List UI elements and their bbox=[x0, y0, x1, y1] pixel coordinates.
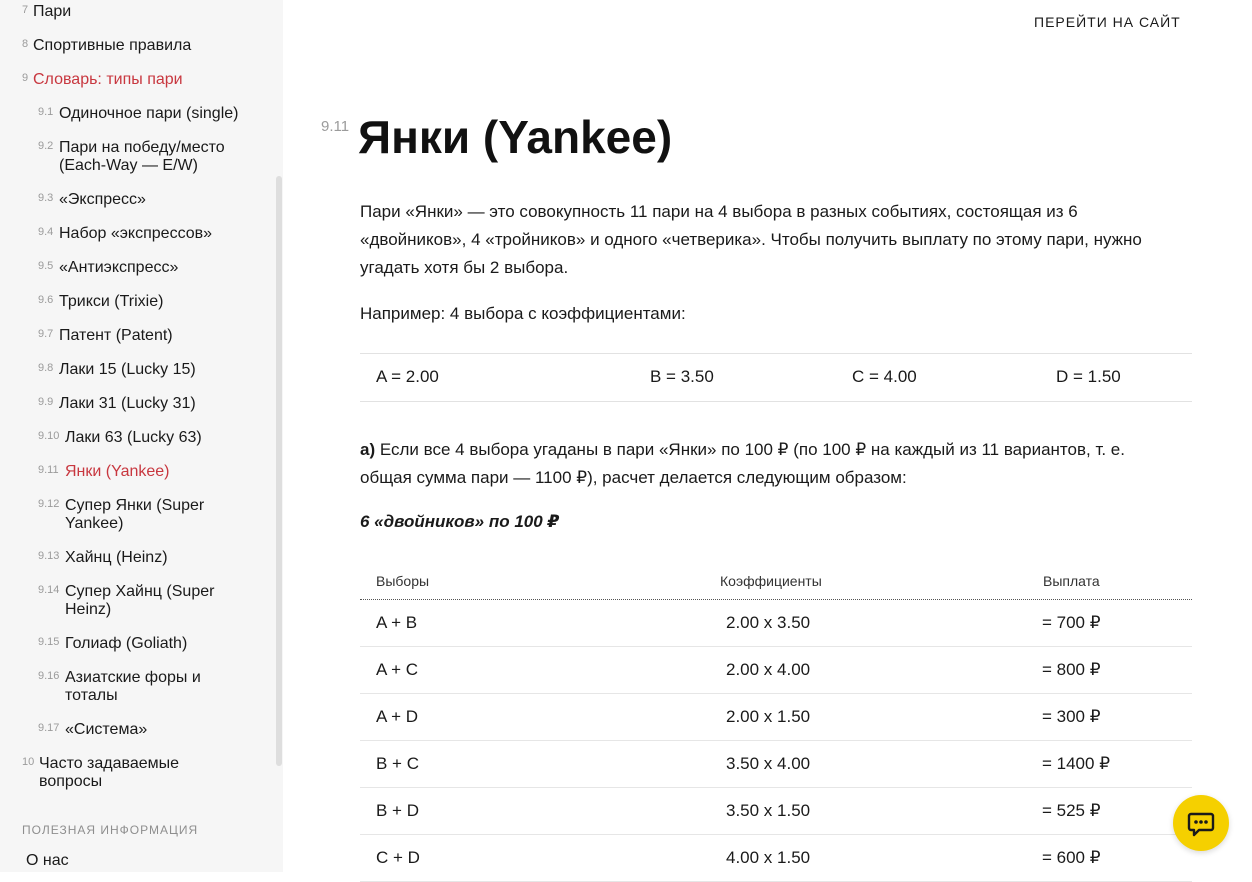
column-header: Выборы bbox=[376, 573, 430, 589]
column-header: Коэффициенты bbox=[720, 573, 822, 589]
table-body: A + B 2.00 x 3.50 = 700 ₽ A + C 2.00 x 4.00 =… bbox=[360, 600, 1192, 882]
odds-list: A = 2.00 B = 3.50 C = 4.00 D = 1.50 bbox=[360, 353, 1192, 402]
selection-cell: A + C bbox=[376, 660, 419, 679]
page-title: Янки (Yankee) bbox=[358, 111, 673, 163]
sidebar-subitem-number: 9.3 bbox=[38, 192, 54, 204]
payout-cell: = 1400 ₽ bbox=[1042, 754, 1111, 773]
sidebar-subitem-number: 9.9 bbox=[38, 396, 54, 408]
sidebar-subitem-number: 9.14 bbox=[38, 584, 60, 596]
intro-paragraph: Пари «Янки» — это совокупность 11 пари н… bbox=[360, 202, 1142, 277]
sidebar-subitem-number: 9.1 bbox=[38, 106, 54, 118]
payout-cell: = 600 ₽ bbox=[1042, 848, 1101, 867]
sidebar-subitem-number: 9.6 bbox=[38, 294, 54, 306]
sidebar-subitem-number: 9.11 bbox=[38, 464, 59, 476]
sidebar: 7 Пари 8 Спортивные правила 9 Словарь: т… bbox=[0, 0, 283, 872]
payout-cell: = 700 ₽ bbox=[1042, 613, 1101, 632]
sidebar-subitem-label: Янки (Yankee) bbox=[65, 463, 170, 480]
sidebar-item-number: 9 bbox=[22, 72, 29, 84]
sidebar-subitem-label: Лаки 15 (Lucky 15) bbox=[59, 361, 196, 378]
sidebar-subitem-number: 9.13 bbox=[38, 550, 60, 562]
selection-cell: C + D bbox=[376, 848, 420, 867]
table-row: B + C 3.50 x 4.00 = 1400 ₽ bbox=[360, 741, 1192, 788]
selection-cell: A + B bbox=[376, 613, 418, 632]
payout-table: Выборы Коэффициенты Выплата A + B 2.00 x … bbox=[360, 563, 1192, 882]
sidebar-item-label: Пари bbox=[33, 3, 72, 20]
payout-cell: = 525 ₽ bbox=[1042, 801, 1101, 820]
sidebar-subitem-number: 9.8 bbox=[38, 362, 54, 374]
sidebar-scrollbar[interactable] bbox=[276, 176, 282, 766]
table-row: A + C 2.00 x 4.00 = 800 ₽ bbox=[360, 647, 1192, 694]
case-a-label: а) bbox=[360, 440, 376, 459]
case-a-text: Если все 4 выбора угаданы в пари «Янки» … bbox=[360, 440, 1125, 487]
odds-value: C = 4.00 bbox=[852, 367, 917, 386]
odds-cell: 2.00 x 4.00 bbox=[726, 660, 811, 679]
odds-cell: 3.50 x 4.00 bbox=[726, 754, 811, 773]
odds-cell: 4.00 x 1.50 bbox=[726, 848, 811, 867]
odds-cell: 2.00 x 3.50 bbox=[726, 613, 811, 632]
table-row: A + B 2.00 x 3.50 = 700 ₽ bbox=[360, 600, 1192, 647]
sidebar-subitem-label: «Экспресс» bbox=[59, 191, 146, 208]
sidebar-subitem-label: «Система» bbox=[65, 721, 148, 738]
sidebar-item-label: Словарь: типы пари bbox=[33, 71, 183, 88]
sidebar-subitem-label: Супер Хайнц (Super Heinz) bbox=[65, 583, 215, 618]
sidebar-item-number: 7 bbox=[22, 4, 29, 16]
sidebar-subitem-label: Голиаф (Goliath) bbox=[65, 635, 188, 652]
sidebar-subitem-label: Азиатские форы и тоталы bbox=[65, 669, 201, 704]
sidebar-subitem-number: 9.10 bbox=[38, 430, 60, 442]
doubles-heading: 6 «двойников» по 100 ₽ bbox=[360, 512, 560, 531]
section-label: ПОЛЕЗНАЯ ИНФОРМАЦИЯ bbox=[22, 823, 199, 837]
table-header: Выборы Коэффициенты Выплата bbox=[360, 563, 1192, 600]
chat-icon bbox=[1187, 812, 1215, 837]
sidebar-subitem-number: 9.16 bbox=[38, 670, 60, 682]
table-row: B + D 3.50 x 1.50 = 525 ₽ bbox=[360, 788, 1192, 835]
sidebar-item-number: 10 bbox=[22, 756, 35, 768]
table-row: A + D 2.00 x 1.50 = 300 ₽ bbox=[360, 694, 1192, 741]
table-row: C + D 4.00 x 1.50 = 600 ₽ bbox=[360, 835, 1192, 882]
sidebar-subitem-number: 9.4 bbox=[38, 226, 54, 238]
selection-cell: A + D bbox=[376, 707, 419, 726]
sidebar-subitem-label: Патент (Patent) bbox=[59, 327, 173, 344]
sidebar-subitem-label: Супер Янки (Super Yankee) bbox=[65, 497, 205, 532]
sidebar-subitem-number: 9.7 bbox=[38, 328, 54, 340]
sidebar-subitem-label: Набор «экспрессов» bbox=[59, 225, 213, 242]
sidebar-subitem-label: Пари на победу/место (Each-Way — E/W) bbox=[59, 139, 225, 174]
sidebar-item-about[interactable]: О нас bbox=[26, 852, 69, 870]
odds-cell: 3.50 x 1.50 bbox=[726, 801, 811, 820]
selection-cell: B + C bbox=[376, 754, 419, 773]
column-header: Выплата bbox=[1043, 573, 1100, 589]
section-number: 9.11 bbox=[321, 118, 350, 135]
example-paragraph: Например: 4 выбора с коэффициентами: bbox=[360, 304, 686, 323]
sidebar-subitem-label: Лаки 63 (Lucky 63) bbox=[65, 429, 202, 446]
sidebar-item-number: 8 bbox=[22, 38, 29, 50]
odds-value: D = 1.50 bbox=[1056, 367, 1121, 386]
payout-cell: = 800 ₽ bbox=[1042, 660, 1101, 679]
sidebar-subitem-label: Трикси (Trixie) bbox=[59, 293, 164, 310]
sidebar-subitem-label: Одиночное пари (single) bbox=[59, 105, 239, 122]
sidebar-subitem-number: 9.12 bbox=[38, 498, 60, 510]
odds-value: B = 3.50 bbox=[650, 367, 714, 386]
sidebar-subitem-label: Лаки 31 (Lucky 31) bbox=[59, 395, 196, 412]
sidebar-subitem-number: 9.15 bbox=[38, 636, 60, 648]
odds-cell: 2.00 x 1.50 bbox=[726, 707, 811, 726]
goto-site-link[interactable]: ПЕРЕЙТИ НА САЙТ bbox=[1034, 14, 1181, 30]
sidebar-subitem-number: 9.2 bbox=[38, 140, 54, 152]
chat-button[interactable] bbox=[1173, 795, 1229, 851]
sidebar-item-label: Спортивные правила bbox=[33, 37, 192, 54]
sidebar-subitem-number: 9.5 bbox=[38, 260, 54, 272]
case-a-paragraph: а) Если все 4 выбора угаданы в пари «Янк… bbox=[360, 436, 1160, 492]
payout-cell: = 300 ₽ bbox=[1042, 707, 1101, 726]
odds-value: A = 2.00 bbox=[376, 367, 439, 386]
selection-cell: B + D bbox=[376, 801, 419, 820]
sidebar-subitem-number: 9.17 bbox=[38, 722, 60, 734]
sidebar-item-label: Часто задаваемые вопросы bbox=[39, 755, 180, 790]
sidebar-subitem-label: Хайнц (Heinz) bbox=[65, 549, 168, 566]
sidebar-subitem-label: «Антиэкспресс» bbox=[59, 259, 179, 276]
